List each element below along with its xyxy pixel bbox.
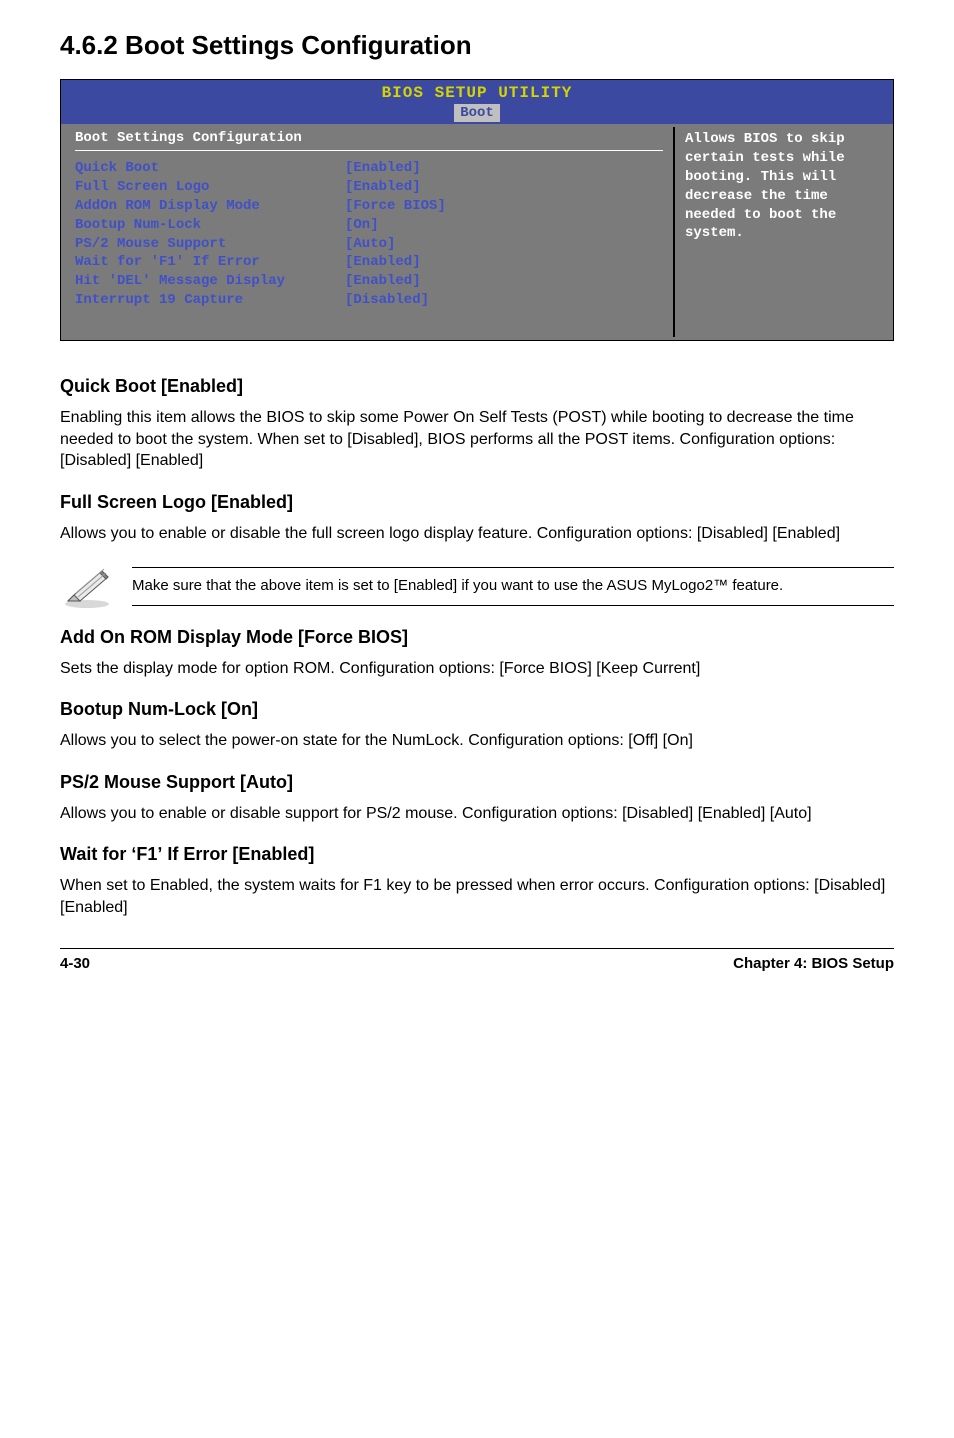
section-body-bootup-numlock: Allows you to select the power-on state … xyxy=(60,730,894,752)
footer-page-number: 4-30 xyxy=(60,955,90,972)
bios-value: [Enabled] xyxy=(345,178,663,197)
footer-chapter: Chapter 4: BIOS Setup xyxy=(733,955,894,972)
bios-left-panel: Boot Settings Configuration Quick Boot [… xyxy=(61,124,673,340)
section-title-bootup-numlock: Bootup Num-Lock [On] xyxy=(60,699,894,720)
pencil-icon xyxy=(60,565,114,609)
bios-label: Quick Boot xyxy=(75,159,345,178)
section-title-wait-f1: Wait for ʻF1ʼ If Error [Enabled] xyxy=(60,844,894,865)
bios-value: [Enabled] xyxy=(345,272,663,291)
bios-row: Hit 'DEL' Message Display [Enabled] xyxy=(75,272,663,291)
section-title-add-on-rom: Add On ROM Display Mode [Force BIOS] xyxy=(60,627,894,648)
bios-label: AddOn ROM Display Mode xyxy=(75,197,345,216)
page-heading: 4.6.2 Boot Settings Configuration xyxy=(60,30,894,61)
bios-label: Bootup Num-Lock xyxy=(75,216,345,235)
section-body-wait-f1: When set to Enabled, the system waits fo… xyxy=(60,875,894,918)
bios-row: Bootup Num-Lock [On] xyxy=(75,216,663,235)
bios-row: Interrupt 19 Capture [Disabled] xyxy=(75,291,663,310)
bios-screenshot: BIOS SETUP UTILITY Boot Boot Settings Co… xyxy=(60,79,894,341)
section-body-full-screen-logo: Allows you to enable or disable the full… xyxy=(60,523,894,545)
bios-value: [Force BIOS] xyxy=(345,197,663,216)
bios-value: [Disabled] xyxy=(345,291,663,310)
bios-help-panel: Allows BIOS to skip certain tests while … xyxy=(675,124,893,340)
note-text: Make sure that the above item is set to … xyxy=(132,567,894,605)
bios-label: Interrupt 19 Capture xyxy=(75,291,345,310)
bios-section-title: Boot Settings Configuration xyxy=(75,130,663,146)
section-title-full-screen-logo: Full Screen Logo [Enabled] xyxy=(60,492,894,513)
bios-tab-boot: Boot xyxy=(454,104,500,122)
bios-body: Boot Settings Configuration Quick Boot [… xyxy=(61,124,893,340)
bios-value: [Enabled] xyxy=(345,159,663,178)
bios-value: [Enabled] xyxy=(345,253,663,272)
divider xyxy=(75,150,663,151)
bios-header: BIOS SETUP UTILITY Boot xyxy=(61,80,893,124)
bios-label: PS/2 Mouse Support xyxy=(75,235,345,254)
bios-row: Wait for 'F1' If Error [Enabled] xyxy=(75,253,663,272)
bios-row: Full Screen Logo [Enabled] xyxy=(75,178,663,197)
bios-row: Quick Boot [Enabled] xyxy=(75,159,663,178)
bios-label: Full Screen Logo xyxy=(75,178,345,197)
bios-value: [On] xyxy=(345,216,663,235)
section-body-add-on-rom: Sets the display mode for option ROM. Co… xyxy=(60,658,894,680)
bios-label: Wait for 'F1' If Error xyxy=(75,253,345,272)
note-callout: Make sure that the above item is set to … xyxy=(60,565,894,609)
bios-value: [Auto] xyxy=(345,235,663,254)
section-body-quick-boot: Enabling this item allows the BIOS to sk… xyxy=(60,407,894,472)
section-title-ps2-mouse: PS/2 Mouse Support [Auto] xyxy=(60,772,894,793)
page-footer: 4-30 Chapter 4: BIOS Setup xyxy=(60,948,894,972)
bios-row: AddOn ROM Display Mode [Force BIOS] xyxy=(75,197,663,216)
bios-utility-title: BIOS SETUP UTILITY xyxy=(61,84,893,102)
bios-row: PS/2 Mouse Support [Auto] xyxy=(75,235,663,254)
section-body-ps2-mouse: Allows you to enable or disable support … xyxy=(60,803,894,825)
section-title-quick-boot: Quick Boot [Enabled] xyxy=(60,376,894,397)
bios-label: Hit 'DEL' Message Display xyxy=(75,272,345,291)
